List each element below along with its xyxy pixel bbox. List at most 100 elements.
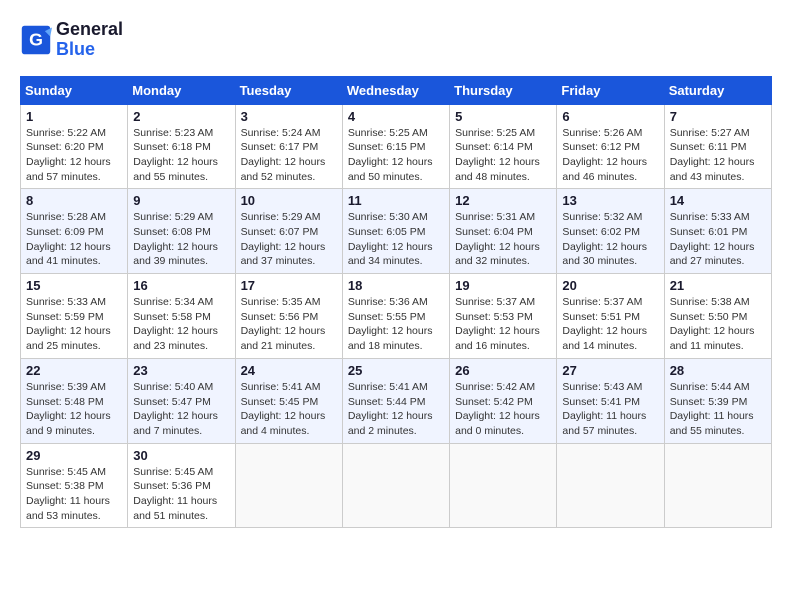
- weekday-header-friday: Friday: [557, 76, 664, 104]
- calendar-day-cell: 20 Sunrise: 5:37 AMSunset: 5:51 PMDaylig…: [557, 274, 664, 359]
- day-info: Sunrise: 5:28 AMSunset: 6:09 PMDaylight:…: [26, 211, 111, 267]
- calendar-week-row: 8 Sunrise: 5:28 AMSunset: 6:09 PMDayligh…: [21, 189, 772, 274]
- day-number: 28: [670, 363, 766, 378]
- day-number: 26: [455, 363, 551, 378]
- empty-cell: [664, 443, 771, 528]
- day-info: Sunrise: 5:38 AMSunset: 5:50 PMDaylight:…: [670, 296, 755, 352]
- weekday-header-monday: Monday: [128, 76, 235, 104]
- calendar-day-cell: 27 Sunrise: 5:43 AMSunset: 5:41 PMDaylig…: [557, 358, 664, 443]
- day-number: 20: [562, 278, 658, 293]
- day-info: Sunrise: 5:26 AMSunset: 6:12 PMDaylight:…: [562, 127, 647, 183]
- calendar-day-cell: 28 Sunrise: 5:44 AMSunset: 5:39 PMDaylig…: [664, 358, 771, 443]
- day-number: 9: [133, 193, 229, 208]
- calendar-week-row: 29 Sunrise: 5:45 AMSunset: 5:38 PMDaylig…: [21, 443, 772, 528]
- calendar-day-cell: 5 Sunrise: 5:25 AMSunset: 6:14 PMDayligh…: [450, 104, 557, 189]
- day-info: Sunrise: 5:45 AMSunset: 5:36 PMDaylight:…: [133, 466, 217, 522]
- day-number: 2: [133, 109, 229, 124]
- day-info: Sunrise: 5:45 AMSunset: 5:38 PMDaylight:…: [26, 466, 110, 522]
- weekday-header-saturday: Saturday: [664, 76, 771, 104]
- calendar-day-cell: 4 Sunrise: 5:25 AMSunset: 6:15 PMDayligh…: [342, 104, 449, 189]
- day-info: Sunrise: 5:25 AMSunset: 6:14 PMDaylight:…: [455, 127, 540, 183]
- calendar-day-cell: 21 Sunrise: 5:38 AMSunset: 5:50 PMDaylig…: [664, 274, 771, 359]
- calendar-week-row: 22 Sunrise: 5:39 AMSunset: 5:48 PMDaylig…: [21, 358, 772, 443]
- empty-cell: [450, 443, 557, 528]
- day-number: 1: [26, 109, 122, 124]
- empty-cell: [235, 443, 342, 528]
- calendar-day-cell: 6 Sunrise: 5:26 AMSunset: 6:12 PMDayligh…: [557, 104, 664, 189]
- calendar-day-cell: 15 Sunrise: 5:33 AMSunset: 5:59 PMDaylig…: [21, 274, 128, 359]
- weekday-header-tuesday: Tuesday: [235, 76, 342, 104]
- calendar-day-cell: 1 Sunrise: 5:22 AMSunset: 6:20 PMDayligh…: [21, 104, 128, 189]
- day-info: Sunrise: 5:27 AMSunset: 6:11 PMDaylight:…: [670, 127, 755, 183]
- calendar-week-row: 15 Sunrise: 5:33 AMSunset: 5:59 PMDaylig…: [21, 274, 772, 359]
- day-number: 21: [670, 278, 766, 293]
- day-number: 15: [26, 278, 122, 293]
- day-info: Sunrise: 5:44 AMSunset: 5:39 PMDaylight:…: [670, 381, 754, 437]
- day-info: Sunrise: 5:32 AMSunset: 6:02 PMDaylight:…: [562, 211, 647, 267]
- logo-general: General: [56, 19, 123, 39]
- day-info: Sunrise: 5:41 AMSunset: 5:45 PMDaylight:…: [241, 381, 326, 437]
- calendar-day-cell: 8 Sunrise: 5:28 AMSunset: 6:09 PMDayligh…: [21, 189, 128, 274]
- day-number: 19: [455, 278, 551, 293]
- day-info: Sunrise: 5:37 AMSunset: 5:53 PMDaylight:…: [455, 296, 540, 352]
- day-number: 14: [670, 193, 766, 208]
- day-info: Sunrise: 5:29 AMSunset: 6:08 PMDaylight:…: [133, 211, 218, 267]
- day-number: 10: [241, 193, 337, 208]
- weekday-header-wednesday: Wednesday: [342, 76, 449, 104]
- svg-text:G: G: [29, 29, 43, 49]
- calendar-day-cell: 18 Sunrise: 5:36 AMSunset: 5:55 PMDaylig…: [342, 274, 449, 359]
- day-number: 16: [133, 278, 229, 293]
- day-info: Sunrise: 5:30 AMSunset: 6:05 PMDaylight:…: [348, 211, 433, 267]
- day-info: Sunrise: 5:42 AMSunset: 5:42 PMDaylight:…: [455, 381, 540, 437]
- day-info: Sunrise: 5:43 AMSunset: 5:41 PMDaylight:…: [562, 381, 646, 437]
- day-number: 17: [241, 278, 337, 293]
- day-info: Sunrise: 5:41 AMSunset: 5:44 PMDaylight:…: [348, 381, 433, 437]
- calendar-day-cell: 14 Sunrise: 5:33 AMSunset: 6:01 PMDaylig…: [664, 189, 771, 274]
- calendar-day-cell: 29 Sunrise: 5:45 AMSunset: 5:38 PMDaylig…: [21, 443, 128, 528]
- day-info: Sunrise: 5:33 AMSunset: 5:59 PMDaylight:…: [26, 296, 111, 352]
- calendar-day-cell: 25 Sunrise: 5:41 AMSunset: 5:44 PMDaylig…: [342, 358, 449, 443]
- day-number: 27: [562, 363, 658, 378]
- day-info: Sunrise: 5:37 AMSunset: 5:51 PMDaylight:…: [562, 296, 647, 352]
- calendar-day-cell: 16 Sunrise: 5:34 AMSunset: 5:58 PMDaylig…: [128, 274, 235, 359]
- day-info: Sunrise: 5:34 AMSunset: 5:58 PMDaylight:…: [133, 296, 218, 352]
- day-number: 5: [455, 109, 551, 124]
- day-info: Sunrise: 5:23 AMSunset: 6:18 PMDaylight:…: [133, 127, 218, 183]
- empty-cell: [557, 443, 664, 528]
- day-number: 18: [348, 278, 444, 293]
- calendar-day-cell: 11 Sunrise: 5:30 AMSunset: 6:05 PMDaylig…: [342, 189, 449, 274]
- weekday-header-thursday: Thursday: [450, 76, 557, 104]
- calendar-day-cell: 19 Sunrise: 5:37 AMSunset: 5:53 PMDaylig…: [450, 274, 557, 359]
- day-info: Sunrise: 5:22 AMSunset: 6:20 PMDaylight:…: [26, 127, 111, 183]
- day-number: 6: [562, 109, 658, 124]
- calendar-day-cell: 26 Sunrise: 5:42 AMSunset: 5:42 PMDaylig…: [450, 358, 557, 443]
- calendar-day-cell: 22 Sunrise: 5:39 AMSunset: 5:48 PMDaylig…: [21, 358, 128, 443]
- calendar-day-cell: 24 Sunrise: 5:41 AMSunset: 5:45 PMDaylig…: [235, 358, 342, 443]
- weekday-header-sunday: Sunday: [21, 76, 128, 104]
- day-number: 29: [26, 448, 122, 463]
- day-number: 22: [26, 363, 122, 378]
- calendar-day-cell: 3 Sunrise: 5:24 AMSunset: 6:17 PMDayligh…: [235, 104, 342, 189]
- day-info: Sunrise: 5:39 AMSunset: 5:48 PMDaylight:…: [26, 381, 111, 437]
- day-number: 11: [348, 193, 444, 208]
- calendar-day-cell: 9 Sunrise: 5:29 AMSunset: 6:08 PMDayligh…: [128, 189, 235, 274]
- day-info: Sunrise: 5:33 AMSunset: 6:01 PMDaylight:…: [670, 211, 755, 267]
- calendar-day-cell: 17 Sunrise: 5:35 AMSunset: 5:56 PMDaylig…: [235, 274, 342, 359]
- logo-blue: Blue: [56, 39, 95, 59]
- calendar-day-cell: 10 Sunrise: 5:29 AMSunset: 6:07 PMDaylig…: [235, 189, 342, 274]
- calendar-day-cell: 7 Sunrise: 5:27 AMSunset: 6:11 PMDayligh…: [664, 104, 771, 189]
- calendar-day-cell: 13 Sunrise: 5:32 AMSunset: 6:02 PMDaylig…: [557, 189, 664, 274]
- day-number: 23: [133, 363, 229, 378]
- day-number: 8: [26, 193, 122, 208]
- calendar-day-cell: 30 Sunrise: 5:45 AMSunset: 5:36 PMDaylig…: [128, 443, 235, 528]
- day-number: 30: [133, 448, 229, 463]
- day-number: 24: [241, 363, 337, 378]
- day-number: 13: [562, 193, 658, 208]
- calendar-day-cell: 12 Sunrise: 5:31 AMSunset: 6:04 PMDaylig…: [450, 189, 557, 274]
- day-info: Sunrise: 5:29 AMSunset: 6:07 PMDaylight:…: [241, 211, 326, 267]
- day-info: Sunrise: 5:24 AMSunset: 6:17 PMDaylight:…: [241, 127, 326, 183]
- day-info: Sunrise: 5:36 AMSunset: 5:55 PMDaylight:…: [348, 296, 433, 352]
- calendar-day-cell: 23 Sunrise: 5:40 AMSunset: 5:47 PMDaylig…: [128, 358, 235, 443]
- calendar-day-cell: 2 Sunrise: 5:23 AMSunset: 6:18 PMDayligh…: [128, 104, 235, 189]
- day-number: 25: [348, 363, 444, 378]
